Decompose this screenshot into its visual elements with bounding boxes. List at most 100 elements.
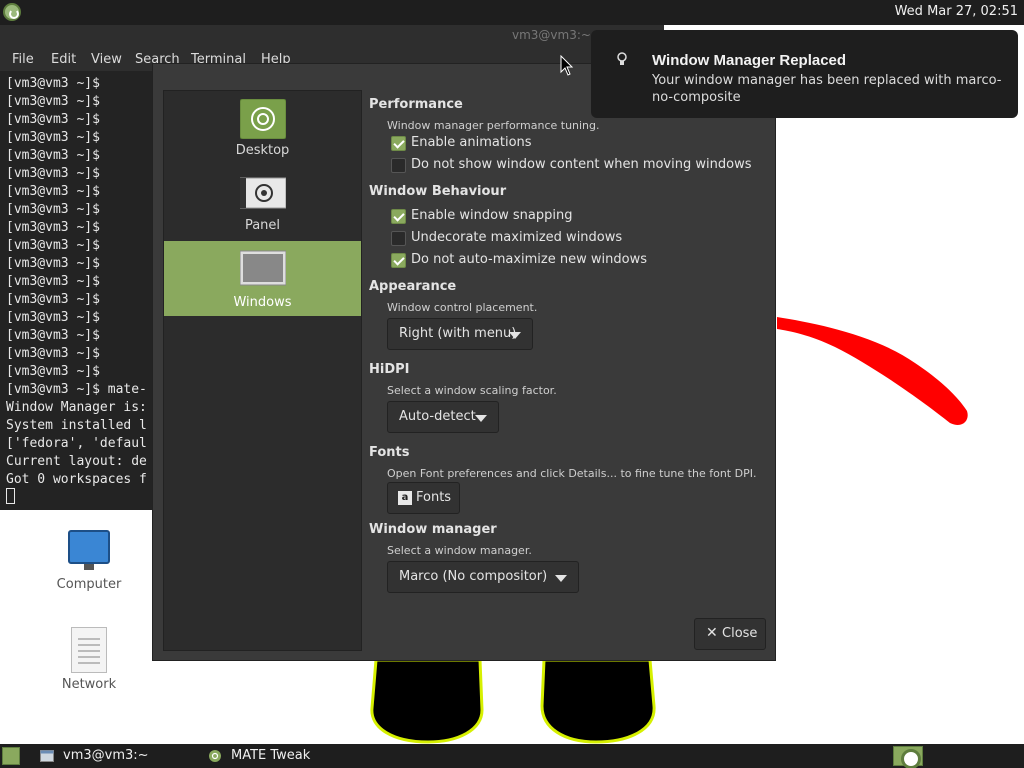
desktop-icon-network[interactable]: Network — [44, 627, 134, 697]
mate-tweak-window[interactable]: Desktop Panel Windows Performance Window… — [152, 63, 776, 661]
notification-title: Window Manager Replaced — [652, 52, 847, 69]
sidebar-item-desktop[interactable]: Desktop — [164, 91, 361, 166]
menu-view[interactable]: View — [91, 52, 122, 67]
hide-content-moving-checkbox[interactable] — [391, 158, 406, 173]
terminal-line: [vm3@vm3 ~]$ — [6, 238, 100, 253]
hide-content-moving-label[interactable]: Do not show window content when moving w… — [411, 157, 752, 172]
chevron-down-icon — [509, 332, 521, 339]
section-title-performance: Performance — [369, 97, 463, 112]
desktop-icon-label: Computer — [56, 577, 122, 592]
network-icon — [71, 627, 107, 673]
taskbar-item-label: vm3@vm3:~ — [63, 748, 149, 763]
terminal-line: [vm3@vm3 ~]$ — [6, 346, 100, 361]
enable-animations-label[interactable]: Enable animations — [411, 135, 532, 150]
notification-body: Your window manager has been replaced wi… — [652, 73, 1002, 105]
sidebar-item-label: Windows — [233, 295, 292, 310]
close-icon: ✕ — [706, 625, 718, 641]
desktop-icon-label: Network — [61, 677, 117, 692]
sidebar-item-panel[interactable]: Panel — [164, 166, 361, 241]
terminal-line: [vm3@vm3 ~]$ — [6, 220, 100, 235]
terminal-line: [vm3@vm3 ~]$ — [6, 274, 100, 289]
terminal-icon — [40, 750, 54, 762]
fonts-button[interactable]: a Fonts — [387, 482, 460, 514]
sidebar-item-label: Panel — [244, 218, 281, 233]
tweak-sidebar: Desktop Panel Windows — [163, 90, 362, 651]
mate-tweak-icon — [209, 750, 221, 762]
terminal-line: [vm3@vm3 ~]$ — [6, 310, 100, 325]
chevron-down-icon — [555, 575, 567, 582]
notification-popup[interactable]: Window Manager Replaced Your window mana… — [591, 30, 1018, 118]
taskbar-item-mate-tweak[interactable]: MATE Tweak — [200, 744, 360, 768]
terminal-line: [vm3@vm3 ~]$ mate- — [6, 382, 147, 397]
combo-value: Auto-detect — [399, 409, 476, 424]
terminal-line: Got 0 workspaces f — [6, 472, 147, 487]
section-title-hidpi: HiDPI — [369, 362, 410, 377]
bottom-panel: vm3@vm3:~ MATE Tweak — [0, 744, 1024, 768]
sidebar-item-label: Desktop — [235, 143, 290, 158]
mouse-pointer-icon — [560, 55, 574, 76]
mate-logo-icon[interactable] — [3, 3, 21, 21]
terminal-line: [vm3@vm3 ~]$ — [6, 148, 100, 163]
show-desktop-icon[interactable] — [2, 747, 20, 765]
terminal-line: [vm3@vm3 ~]$ — [6, 76, 100, 91]
taskbar-item-label: MATE Tweak — [231, 748, 311, 763]
window-snapping-checkbox[interactable] — [391, 209, 406, 224]
combo-value: Marco (No compositor) — [399, 569, 548, 584]
terminal-line: [vm3@vm3 ~]$ — [6, 112, 100, 127]
terminal-title: vm3@vm3:~ — [512, 28, 591, 42]
computer-icon — [68, 530, 110, 564]
section-desc-performance: Window manager performance tuning. — [387, 119, 600, 132]
top-panel: Wed Mar 27, 02:51 — [0, 0, 1024, 25]
combo-value: Right (with menu) — [399, 326, 517, 341]
section-desc-window-manager: Select a window manager. — [387, 544, 532, 557]
font-icon: a — [398, 491, 412, 505]
terminal-line: System installed l — [6, 418, 147, 433]
desktop-icon — [240, 99, 286, 139]
clock[interactable]: Wed Mar 27, 02:51 — [895, 4, 1018, 19]
terminal-line: [vm3@vm3 ~]$ — [6, 364, 100, 379]
scaling-factor-select[interactable]: Auto-detect — [387, 401, 499, 433]
terminal-line: [vm3@vm3 ~]$ — [6, 94, 100, 109]
undecorate-maximized-checkbox[interactable] — [391, 231, 406, 246]
section-desc-fonts: Open Font preferences and click Details.… — [387, 467, 757, 480]
terminal-line: ['fedora', 'defaul — [6, 436, 147, 451]
close-button-label: Close — [722, 626, 758, 641]
terminal-line: Window Manager is: — [6, 400, 147, 415]
section-title-window-manager: Window manager — [369, 522, 497, 537]
no-auto-maximize-label[interactable]: Do not auto-maximize new windows — [411, 252, 647, 267]
taskbar-item-terminal[interactable]: vm3@vm3:~ — [30, 744, 190, 768]
terminal-line: Current layout: de — [6, 454, 147, 469]
sidebar-item-windows[interactable]: Windows — [164, 241, 361, 316]
terminal-line: [vm3@vm3 ~]$ — [6, 256, 100, 271]
menu-file[interactable]: File — [12, 52, 34, 67]
close-button[interactable]: ✕ Close — [694, 618, 766, 650]
workspace-switcher[interactable] — [893, 746, 923, 768]
window-snapping-label[interactable]: Enable window snapping — [411, 208, 572, 223]
window-manager-select[interactable]: Marco (No compositor) — [387, 561, 579, 593]
terminal-line: [vm3@vm3 ~]$ — [6, 130, 100, 145]
terminal-titlebar[interactable]: vm3@vm3:~ — [0, 25, 664, 47]
undecorate-maximized-label[interactable]: Undecorate maximized windows — [411, 230, 622, 245]
no-auto-maximize-checkbox[interactable] — [391, 253, 406, 268]
terminal-cursor — [6, 488, 15, 504]
enable-animations-checkbox[interactable] — [391, 136, 406, 151]
chevron-down-icon — [475, 415, 487, 422]
section-title-fonts: Fonts — [369, 445, 410, 460]
terminal-line: [vm3@vm3 ~]$ — [6, 202, 100, 217]
window-control-placement-select[interactable]: Right (with menu) — [387, 318, 533, 350]
windows-icon — [240, 250, 286, 286]
section-title-behaviour: Window Behaviour — [369, 184, 507, 199]
black-paint-shapes — [370, 660, 656, 744]
section-desc-appearance: Window control placement. — [387, 301, 538, 314]
lightbulb-icon — [617, 52, 627, 65]
panel-icon — [240, 177, 286, 209]
menu-edit[interactable]: Edit — [51, 52, 76, 67]
terminal-line: [vm3@vm3 ~]$ — [6, 292, 100, 307]
computer-icon-stand — [84, 564, 94, 570]
section-title-appearance: Appearance — [369, 279, 457, 294]
desktop-icon-computer[interactable]: Computer — [44, 530, 134, 600]
fonts-button-label: Fonts — [416, 490, 452, 505]
section-desc-hidpi: Select a window scaling factor. — [387, 384, 557, 397]
terminal-line: [vm3@vm3 ~]$ — [6, 166, 100, 181]
red-paint-stroke — [777, 317, 968, 425]
